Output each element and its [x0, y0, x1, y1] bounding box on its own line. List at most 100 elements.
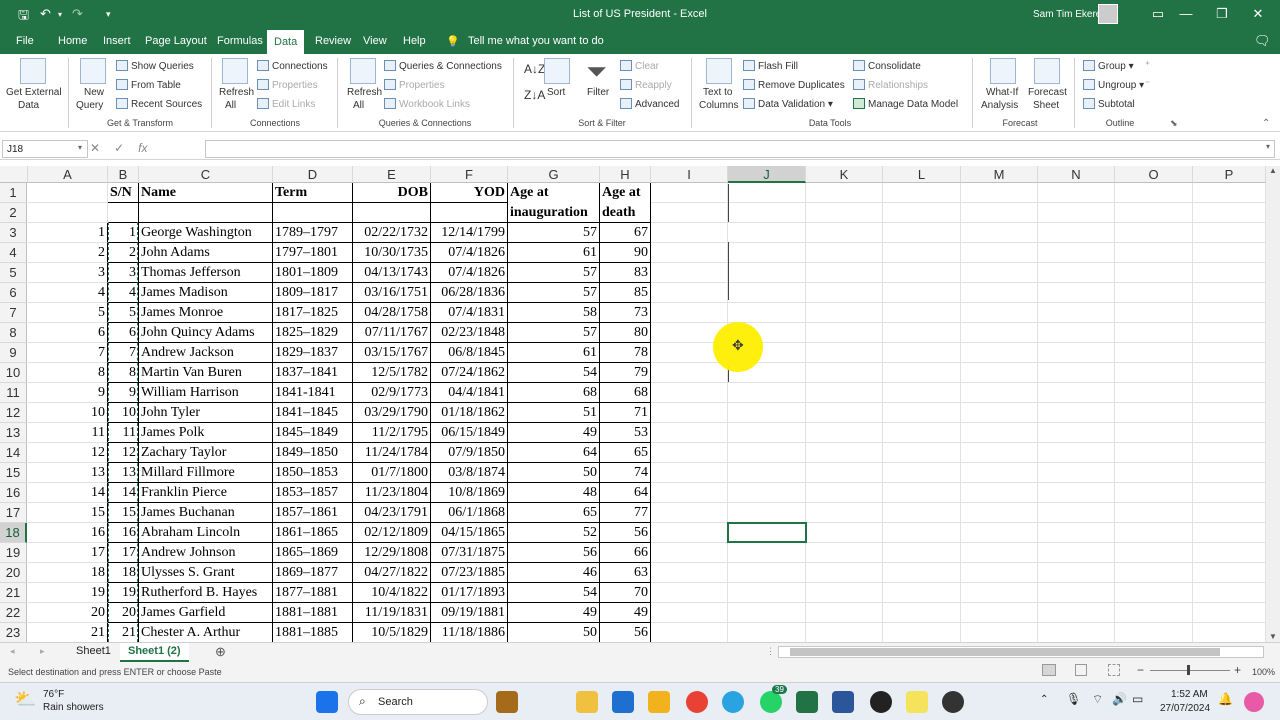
page-layout-view-icon[interactable]: [1075, 664, 1087, 676]
widgets-icon[interactable]: [496, 691, 518, 713]
cell-col-g-age-inauguration[interactable]: 57: [508, 263, 600, 283]
cell-col-d-term[interactable]: 1825–1829: [273, 323, 353, 343]
row-header-18[interactable]: 18: [0, 523, 27, 543]
menu-view[interactable]: View: [363, 35, 387, 47]
cell-col-b-sn[interactable]: 16: [108, 523, 139, 543]
cell-col-e-dob[interactable]: 02/12/1809: [353, 523, 431, 543]
weather-desc[interactable]: Rain showers: [43, 702, 104, 713]
cell-col-c-name[interactable]: John Tyler: [139, 403, 273, 423]
sort-za-icon[interactable]: Z↓A: [524, 88, 545, 102]
menu-help[interactable]: Help: [403, 35, 426, 47]
refresh-all-label1[interactable]: Refresh: [219, 87, 254, 98]
enter-icon[interactable]: ✓: [114, 141, 138, 155]
row-header-10[interactable]: 10: [0, 363, 27, 383]
cell-col-c-name[interactable]: George Washington: [139, 223, 273, 243]
connections-button[interactable]: Connections: [257, 60, 328, 72]
cell-col-c-name[interactable]: Andrew Jackson: [139, 343, 273, 363]
cell-col-b-sn[interactable]: 17: [108, 543, 139, 563]
tab-options-icon[interactable]: ⋮: [766, 646, 775, 657]
row-header-23[interactable]: 23: [0, 623, 27, 642]
clock-time[interactable]: 1:52 AM: [1171, 689, 1208, 700]
column-header-l[interactable]: L: [883, 166, 961, 183]
cell-col-a[interactable]: 8: [28, 363, 108, 383]
cell-col-b-sn[interactable]: 9: [108, 383, 139, 403]
menu-formulas[interactable]: Formulas: [217, 35, 263, 47]
cell-col-f-yod[interactable]: 06/1/1868: [431, 503, 508, 523]
cell-col-a[interactable]: 17: [28, 543, 108, 563]
cell-col-c-name[interactable]: James Polk: [139, 423, 273, 443]
cell-col-e-dob[interactable]: 03/29/1790: [353, 403, 431, 423]
cell-col-c-name[interactable]: Chester A. Arthur: [139, 623, 273, 642]
ungroup-button[interactable]: Ungroup ▾: [1083, 79, 1144, 91]
cell-col-a[interactable]: 21: [28, 623, 108, 642]
cell-col-e-dob[interactable]: 07/11/1767: [353, 323, 431, 343]
cell-col-c-name[interactable]: Rutherford B. Hayes: [139, 583, 273, 603]
what-if-label1[interactable]: What-If: [986, 87, 1018, 98]
relationships-button[interactable]: Relationships: [853, 79, 928, 91]
page-break-view-icon[interactable]: [1108, 664, 1120, 676]
cell-col-f-yod[interactable]: 04/4/1841: [431, 383, 508, 403]
zoom-in-icon[interactable]: +: [1234, 663, 1241, 677]
recent-sources-button[interactable]: Recent Sources: [116, 98, 202, 110]
ribbon-display-icon[interactable]: ▭: [1148, 6, 1168, 22]
cell-col-d-term[interactable]: 1857–1861: [273, 503, 353, 523]
cell-col-h-age-death[interactable]: 68: [600, 383, 651, 403]
volume-icon[interactable]: 🔊: [1112, 692, 1127, 706]
header-dob[interactable]: DOB: [353, 183, 431, 203]
row-header-17[interactable]: 17: [0, 503, 27, 523]
cell-col-g-age-inauguration[interactable]: 46: [508, 563, 600, 583]
hide-detail-icon[interactable]: ⁻: [1145, 79, 1150, 90]
cell-col-g-age-inauguration[interactable]: 58: [508, 303, 600, 323]
row-header-1[interactable]: 1: [0, 183, 27, 203]
cell-col-a[interactable]: 18: [28, 563, 108, 583]
cell-col-c-name[interactable]: James Garfield: [139, 603, 273, 623]
data-validation-button[interactable]: Data Validation ▾: [743, 98, 833, 110]
cell-col-b-sn[interactable]: 11: [108, 423, 139, 443]
collapse-ribbon-icon[interactable]: ⌃: [1262, 118, 1270, 129]
cell-col-e-dob[interactable]: 02/9/1773: [353, 383, 431, 403]
cell-col-a[interactable]: 1: [28, 223, 108, 243]
cell-col-d-term[interactable]: 1817–1825: [273, 303, 353, 323]
cell-col-a[interactable]: 7: [28, 343, 108, 363]
copilot-icon[interactable]: [1244, 692, 1264, 712]
cell-col-e-dob[interactable]: 04/13/1743: [353, 263, 431, 283]
header-sn[interactable]: S/N: [108, 183, 139, 203]
properties-button-2[interactable]: Properties: [384, 79, 445, 91]
cell-col-h-age-death[interactable]: 73: [600, 303, 651, 323]
cell-col-e-dob[interactable]: 03/15/1767: [353, 343, 431, 363]
row-header-6[interactable]: 6: [0, 283, 27, 303]
cell-col-c-name[interactable]: James Madison: [139, 283, 273, 303]
row-header-3[interactable]: 3: [0, 223, 27, 243]
cell-col-h-age-death[interactable]: 83: [600, 263, 651, 283]
excel-icon[interactable]: [796, 691, 818, 713]
cell-col-a[interactable]: 15: [28, 503, 108, 523]
app-icon[interactable]: [870, 691, 892, 713]
manage-data-model-button[interactable]: Manage Data Model: [853, 98, 958, 110]
cell-col-a[interactable]: 6: [28, 323, 108, 343]
windows-start-icon[interactable]: [316, 691, 338, 713]
flash-fill-button[interactable]: Flash Fill: [743, 60, 798, 72]
group-button[interactable]: Group ▾: [1083, 60, 1134, 72]
cell-col-c-name[interactable]: Abraham Lincoln: [139, 523, 273, 543]
cell-col-g-age-inauguration[interactable]: 57: [508, 323, 600, 343]
header-age-inaug-1[interactable]: Age at: [508, 183, 600, 203]
cell-col-c-name[interactable]: Ulysses S. Grant: [139, 563, 273, 583]
worksheet-grid[interactable]: ABCDEFGHIJKLMNOP 1 2 3 4 5 6 7 8 9 10 11 12 13 14 15 16…: [0, 166, 1266, 642]
cell-col-b-sn[interactable]: 1: [108, 223, 139, 243]
cell-col-f-yod[interactable]: 07/4/1831: [431, 303, 508, 323]
cell-col-h-age-death[interactable]: 80: [600, 323, 651, 343]
cell-col-g-age-inauguration[interactable]: 49: [508, 423, 600, 443]
cell-col-g-age-inauguration[interactable]: 57: [508, 283, 600, 303]
cell-col-c-name[interactable]: John Quincy Adams: [139, 323, 273, 343]
cell-col-d-term[interactable]: 1881–1881: [273, 603, 353, 623]
cell-col-b-sn[interactable]: 10: [108, 403, 139, 423]
weather-temp[interactable]: 76°F: [43, 689, 64, 700]
media-player-icon[interactable]: [942, 691, 964, 713]
new-query-label2[interactable]: Query: [76, 100, 103, 111]
subtotal-button[interactable]: Subtotal: [1083, 98, 1135, 110]
cell-col-b-sn[interactable]: 20: [108, 603, 139, 623]
cell-col-g-age-inauguration[interactable]: 65: [508, 503, 600, 523]
cell-col-a[interactable]: 16: [28, 523, 108, 543]
cell-col-e-dob[interactable]: 02/22/1732: [353, 223, 431, 243]
scroll-down-icon[interactable]: ▼: [1269, 632, 1277, 641]
